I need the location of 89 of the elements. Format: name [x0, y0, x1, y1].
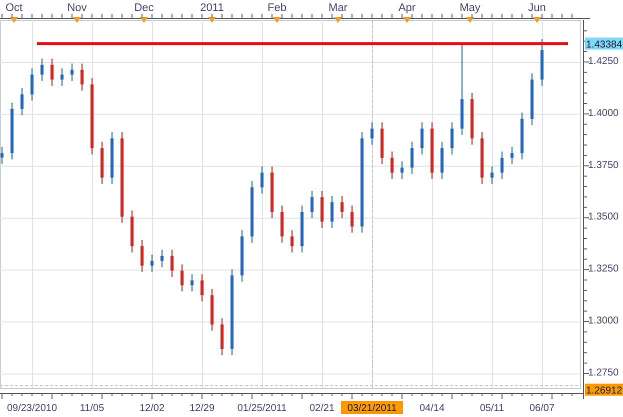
month-label: Nov: [67, 2, 87, 14]
resistance-line[interactable]: [37, 42, 568, 46]
candlestick: [200, 274, 204, 302]
candlestick: [420, 122, 424, 155]
candlestick: [440, 141, 444, 180]
candlestick: [60, 68, 64, 86]
triangle-marker-icon: [334, 17, 342, 23]
date-tag: 03/21/2011: [341, 401, 403, 414]
triangle-marker-icon: [466, 17, 474, 23]
candlestick: [400, 160, 404, 180]
axis-label: 05/11: [480, 403, 504, 414]
axis-label: 1.3000: [588, 316, 619, 327]
month-label: Dec: [134, 2, 154, 14]
candlestick: [70, 63, 74, 82]
triangle-marker-icon: [208, 17, 216, 23]
candlestick: [10, 102, 14, 160]
candlestick: [350, 205, 354, 234]
candlestick: [430, 122, 434, 180]
candlestick: [30, 68, 34, 102]
candlestick: [300, 205, 304, 253]
month-label: Feb: [268, 2, 286, 14]
candlestick: [250, 180, 254, 244]
axis-label: 1.3250: [588, 264, 619, 275]
month-label: Jun: [528, 2, 546, 14]
candlestick: [310, 190, 314, 219]
price-tag: 1.26912: [585, 384, 623, 397]
candlestick: [340, 195, 344, 219]
candlestick: [330, 195, 334, 228]
candlestick: [490, 166, 494, 184]
axis-label: 09/23/2010: [6, 403, 58, 414]
candlestick: [470, 92, 474, 146]
axis-label: 06/07: [529, 403, 555, 414]
candlestick: [450, 122, 454, 155]
candlestick: [530, 72, 534, 126]
month-label: 2011: [200, 2, 224, 14]
axis-label: 1.2750: [588, 367, 619, 378]
candlestick: [40, 58, 44, 82]
candlestick: [210, 288, 214, 332]
candlestick: [370, 122, 374, 146]
triangle-marker-icon: [140, 17, 148, 23]
candlestick: [380, 122, 384, 165]
candlestick: [140, 239, 144, 272]
axis-label: 1.3750: [588, 160, 619, 171]
candlestick: [80, 63, 84, 92]
candlestick: [150, 254, 154, 272]
candlestick: [540, 38, 544, 86]
candlestick: [110, 132, 114, 184]
axis-label: 1.4000: [588, 108, 619, 119]
candlestick: [260, 166, 264, 194]
axis-label: 1.3500: [588, 212, 619, 223]
candlestick: [240, 230, 244, 282]
candlestick: [480, 132, 484, 184]
candlestick: [20, 88, 24, 116]
candlestick: [510, 146, 514, 165]
candlestick: [410, 141, 414, 174]
axis-label: 01/25/2011: [237, 403, 287, 414]
x-tick-label: 03/21/2011: [347, 403, 398, 414]
candlestick: [500, 151, 504, 180]
candlestick: [280, 205, 284, 244]
month-label: Oct: [5, 2, 23, 14]
axis-label: 02/21: [309, 403, 335, 414]
triangle-marker-icon: [73, 17, 81, 23]
axis-label: 1.4250: [588, 56, 619, 67]
axis-label: 11/05: [80, 403, 104, 414]
candlestick: [100, 141, 104, 184]
month-label: May: [460, 2, 480, 14]
candlestick: [160, 249, 164, 268]
candlestick: [190, 274, 194, 292]
triangle-marker-icon: [273, 17, 281, 23]
candlestick: [50, 58, 54, 86]
price-tag: 1.43384: [585, 38, 623, 51]
month-label: Apr: [398, 2, 416, 14]
triangle-marker-icon: [10, 17, 18, 23]
candlestick: [0, 146, 4, 164]
candlestick: [320, 190, 324, 228]
candlestick: [220, 318, 224, 356]
candlestick: [270, 166, 274, 219]
triangle-marker-icon: [403, 17, 411, 23]
axis-label: 04/14: [419, 403, 445, 414]
month-label: Mar: [328, 2, 348, 14]
triangle-marker-icon: [533, 17, 541, 23]
candlestick: [520, 112, 524, 160]
candlestick: [290, 230, 294, 253]
candlestick: [390, 151, 394, 180]
axis-label: 12/29: [189, 403, 215, 414]
candlestick: [180, 264, 184, 292]
candlestick: [130, 210, 134, 253]
candlestick: [170, 249, 174, 278]
axis-label: 12/02: [139, 403, 165, 414]
